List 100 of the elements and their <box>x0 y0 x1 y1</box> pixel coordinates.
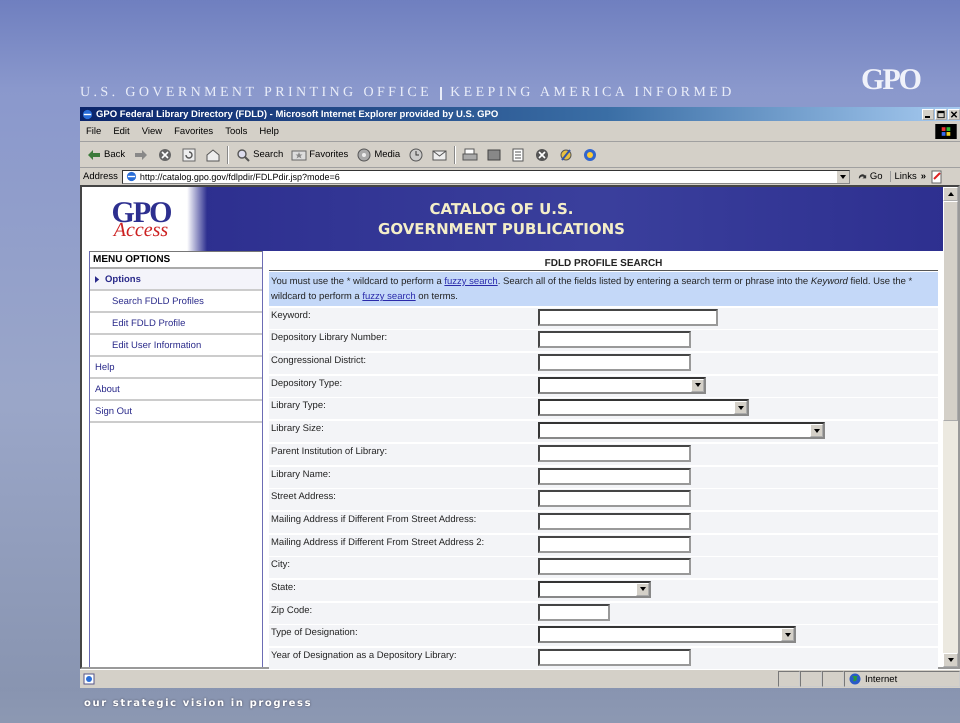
text-field[interactable] <box>538 512 691 530</box>
fuzzy-search-link[interactable]: fuzzy search <box>362 291 416 302</box>
caret-icon <box>840 174 846 178</box>
caret-icon <box>812 426 820 435</box>
refresh-icon <box>181 148 198 162</box>
dropdown[interactable] <box>538 422 825 440</box>
field-label: Type of Designation: <box>271 626 359 638</box>
form-title: FDLD PROFILE SEARCH <box>269 258 938 271</box>
dropdown[interactable] <box>538 376 706 394</box>
text-field[interactable] <box>538 536 691 553</box>
close-icon <box>534 148 550 162</box>
menu-item[interactable]: Help <box>253 126 285 136</box>
field-label: State: <box>271 580 297 593</box>
gpo-logo: GPO <box>861 63 920 97</box>
menu-item[interactable]: View <box>136 126 168 136</box>
links-button[interactable]: Links <box>890 171 917 182</box>
slide-heading: U.S. GOVERNMENT PRINTING OFFICE <box>80 85 432 101</box>
menu-item[interactable]: Sign Out <box>90 401 262 423</box>
house-icon <box>205 148 222 162</box>
caret-icon <box>736 404 744 412</box>
field-label: Zip Code: <box>271 604 314 616</box>
fuzzy-search-link[interactable]: fuzzy search <box>444 276 498 287</box>
banner-title: GOVERNMENT PUBLICATIONS <box>377 219 626 239</box>
text-field[interactable] <box>538 490 691 508</box>
printer-icon <box>462 148 478 162</box>
address-field[interactable]: http://catalog.gpo.gov/fdlpdir/FDLPdir.jsp?mode=6 <box>122 170 850 184</box>
scroll-thumb[interactable] <box>943 201 958 421</box>
menu-item[interactable]: Tools <box>219 126 254 136</box>
envelope-icon <box>432 148 448 162</box>
go-button[interactable]: Go <box>854 171 886 182</box>
menu-item[interactable]: Edit User Information <box>90 335 262 357</box>
field-label: Year of Designation as a Depository Library: <box>271 649 458 661</box>
triangle-icon <box>95 276 100 282</box>
text-field[interactable] <box>538 354 691 372</box>
close-button[interactable] <box>948 108 960 120</box>
field-label: Library Size: <box>271 422 325 434</box>
media-button[interactable]: Media <box>354 146 402 162</box>
field-label: Mailing Address if Different From Street Address: <box>271 512 478 525</box>
field-label: Library Name: <box>271 468 332 480</box>
maximize-icon <box>936 110 946 118</box>
star-folder-icon <box>291 148 308 162</box>
menu-item[interactable]: Favorites <box>168 126 220 136</box>
document-icon <box>510 148 526 162</box>
text-field[interactable] <box>538 444 691 462</box>
slide-heading: KEEPING AMERICA INFORMED <box>450 85 735 101</box>
menu-item[interactable]: Search FDLD Profiles <box>90 291 262 313</box>
disc-icon <box>356 148 372 162</box>
caret-icon <box>638 585 646 594</box>
menu-item[interactable]: Edit <box>107 126 136 136</box>
scroll-up-button[interactable] <box>943 187 958 201</box>
back-arrow-icon <box>86 148 102 162</box>
menu-item[interactable]: Edit FDLD Profile <box>90 313 262 335</box>
minimize-button[interactable] <box>922 108 934 120</box>
print-button[interactable] <box>460 146 480 162</box>
square-icon <box>486 148 502 162</box>
instructions-text: You must use the * wildcard to perform a fuzzy search. Search all of the fields listed by entering a search term or phrase into the Keyword field. Use the * wildcard to perform a fuzzy search on terms. <box>269 272 938 306</box>
menu-item[interactable]: About <box>90 379 262 401</box>
field-label: Mailing Address if Different From Street Address 2: <box>271 536 486 548</box>
close-icon <box>949 110 959 118</box>
field-label: Depository Type: <box>271 376 344 389</box>
minimize-icon <box>925 116 930 118</box>
dropdown[interactable] <box>538 580 651 598</box>
search-button[interactable]: Search <box>233 146 286 162</box>
dropdown[interactable] <box>538 399 749 416</box>
slide-tagline: our strategic vision in progress <box>84 698 314 709</box>
caret-icon <box>694 381 702 390</box>
text-field[interactable] <box>538 468 691 484</box>
maximize-button[interactable] <box>935 108 947 120</box>
document-icon[interactable] <box>930 170 944 184</box>
clock-icon <box>408 148 424 162</box>
search-icon <box>235 148 252 162</box>
text-field[interactable] <box>538 331 691 348</box>
more-links-button[interactable]: » <box>920 171 926 182</box>
stop-icon <box>157 148 174 162</box>
field-label: Congressional District: <box>271 354 368 366</box>
menu-item[interactable]: File <box>80 126 108 136</box>
address-label: Address <box>83 171 118 182</box>
status-zone: Internet <box>844 671 960 687</box>
field-label: Parent Institution of Library: <box>271 444 388 457</box>
scroll-down-button[interactable] <box>943 653 958 667</box>
caret-icon <box>948 192 954 196</box>
banner-title: CATALOG OF U.S. <box>428 199 575 219</box>
dropdown[interactable] <box>538 626 796 644</box>
field-label: Depository Library Number: <box>271 331 388 344</box>
windows-logo-icon <box>935 124 957 138</box>
window-title: GPO Federal Library Directory (FDLD) - Microsoft Internet Explorer provided by U.S. GPO <box>96 108 500 120</box>
field-label: Keyword: <box>271 308 312 321</box>
caret-icon <box>784 630 792 639</box>
menu-item[interactable]: Help <box>90 357 262 379</box>
menu-item[interactable]: Options <box>90 269 262 291</box>
text-field[interactable] <box>538 558 691 576</box>
text-field[interactable] <box>538 649 691 666</box>
back-button[interactable]: Back <box>84 146 128 162</box>
field-label: Street Address: <box>271 490 337 502</box>
scrollbar[interactable] <box>943 187 958 667</box>
text-field[interactable] <box>538 604 610 621</box>
field-label: City: <box>271 558 291 570</box>
dropdown-button[interactable] <box>836 170 849 182</box>
text-field[interactable] <box>538 308 718 326</box>
favorites-button[interactable]: Favorites <box>289 146 350 162</box>
